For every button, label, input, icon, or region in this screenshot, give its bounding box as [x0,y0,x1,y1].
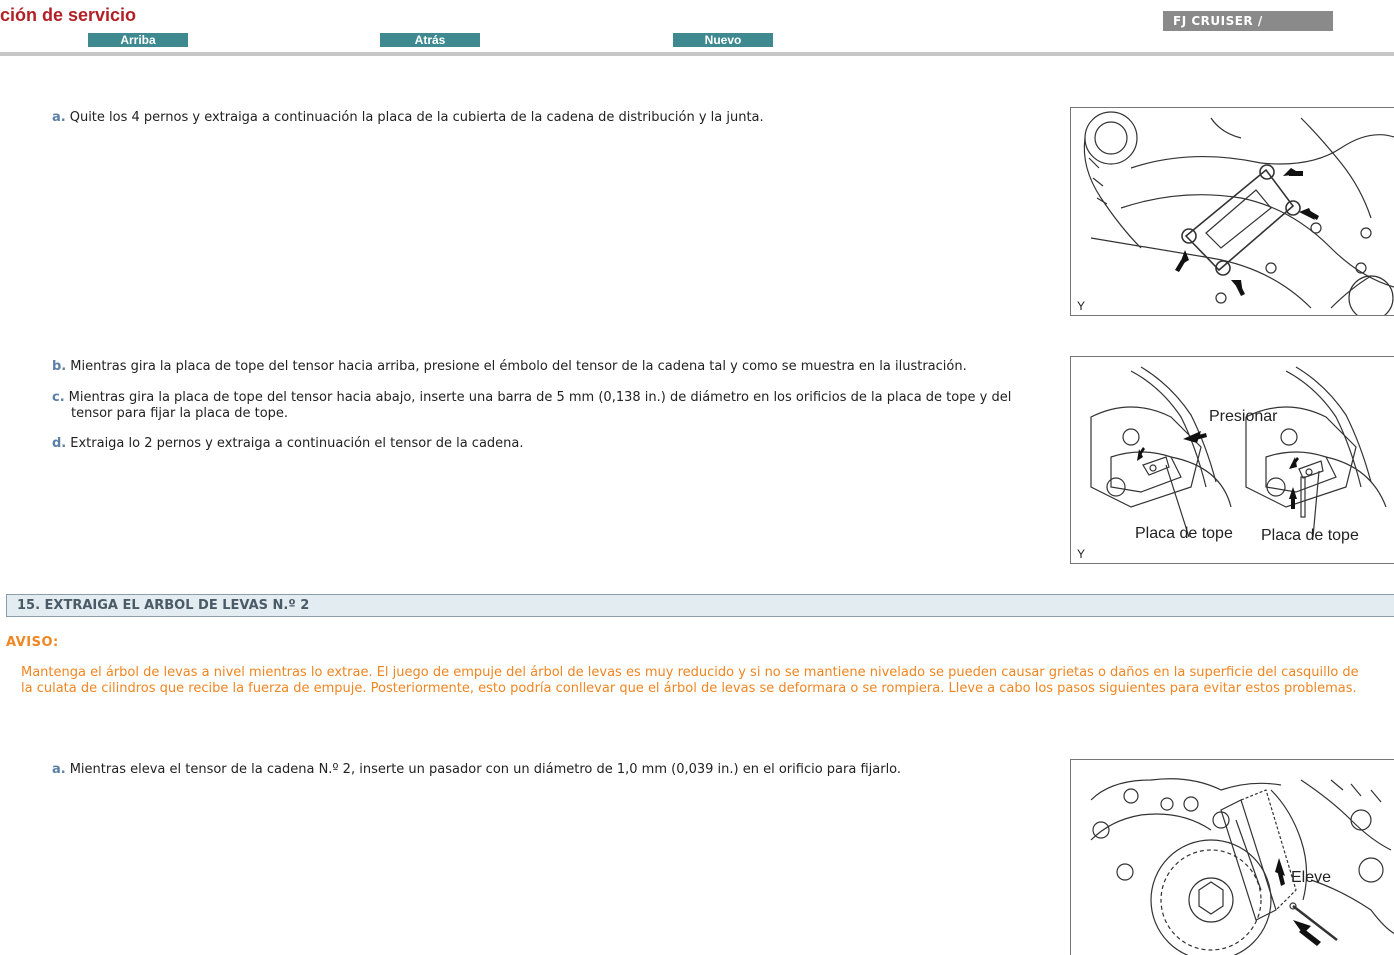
section-header-remove-camshaft-2: 15. EXTRAIGA EL ARBOL DE LEVAS N.º 2 [6,594,1394,617]
step-letter: d. [52,436,67,451]
cover-plate-illustration: Y [1077,111,1394,315]
tensioner-2-illustration: Eleve [1090,778,1394,955]
step-a-insert-pin: a. Mientras eleva el tensor de la cadena … [52,762,901,778]
figure-chain-tensioner-2: Eleve [1070,759,1394,955]
warning-text-line2: la culata de cilindros que recibe la fue… [21,681,1357,696]
nuevo-button[interactable]: Nuevo [673,33,773,47]
label-eleve: Eleve [1291,869,1331,886]
model-badge: FJ CRUISER / [1163,11,1333,31]
step-text: Mientras gira la placa de tope del tenso… [70,359,967,374]
tensioner-illustration: Presionar Placa de tope Placa de tope Y [1077,366,1387,561]
step-text: Mientras eleva el tensor de la cadena N.… [69,762,902,777]
figure-tensioner-stopper-plate: Presionar Placa de tope Placa de tope Y [1070,356,1394,564]
label-presionar: Presionar [1209,408,1278,425]
step-d-remove-tensioner: d. Extraiga lo 2 pernos y extraiga a cont… [52,436,524,452]
label-placa-tope-right: Placa de tope [1261,527,1359,544]
warning-text-line1: Mantenga el árbol de levas a nivel mient… [21,665,1359,680]
step-text-line1: Mientras gira la placa de tope del tenso… [68,390,1012,405]
step-text-line2: tensor para fijar la placa de tope. [71,406,289,421]
step-letter: c. [52,390,65,405]
warning-text: Mantenga el árbol de levas a nivel mient… [21,665,1394,697]
step-letter: a. [52,110,66,125]
warning-title: AVISO: [6,635,59,650]
header: ción de servicio Arriba Atrás Nuevo FJ C… [0,0,1394,58]
figure-cover-plate-bolts: Y [1070,107,1394,316]
arriba-button[interactable]: Arriba [88,33,188,47]
step-text: Quite los 4 pernos y extraiga a continua… [69,110,764,125]
label-placa-tope-left: Placa de tope [1135,525,1233,542]
figure-corner-label: Y [1077,547,1085,561]
step-letter: a. [52,762,66,777]
page-title: ción de servicio [0,5,137,25]
step-b-press-plunger: b. Mientras gira la placa de tope del ten… [52,359,967,375]
step-letter: b. [52,359,67,374]
step-text: Extraiga lo 2 pernos y extraiga a contin… [70,436,524,451]
step-c-insert-bar: c. Mientras gira la placa de tope del ten… [52,390,1011,422]
figure-corner-label: Y [1077,299,1085,313]
header-divider [0,52,1394,56]
step-a-remove-cover-plate: a. Quite los 4 pernos y extraiga a contin… [52,110,764,126]
atras-button[interactable]: Atrás [380,33,480,47]
